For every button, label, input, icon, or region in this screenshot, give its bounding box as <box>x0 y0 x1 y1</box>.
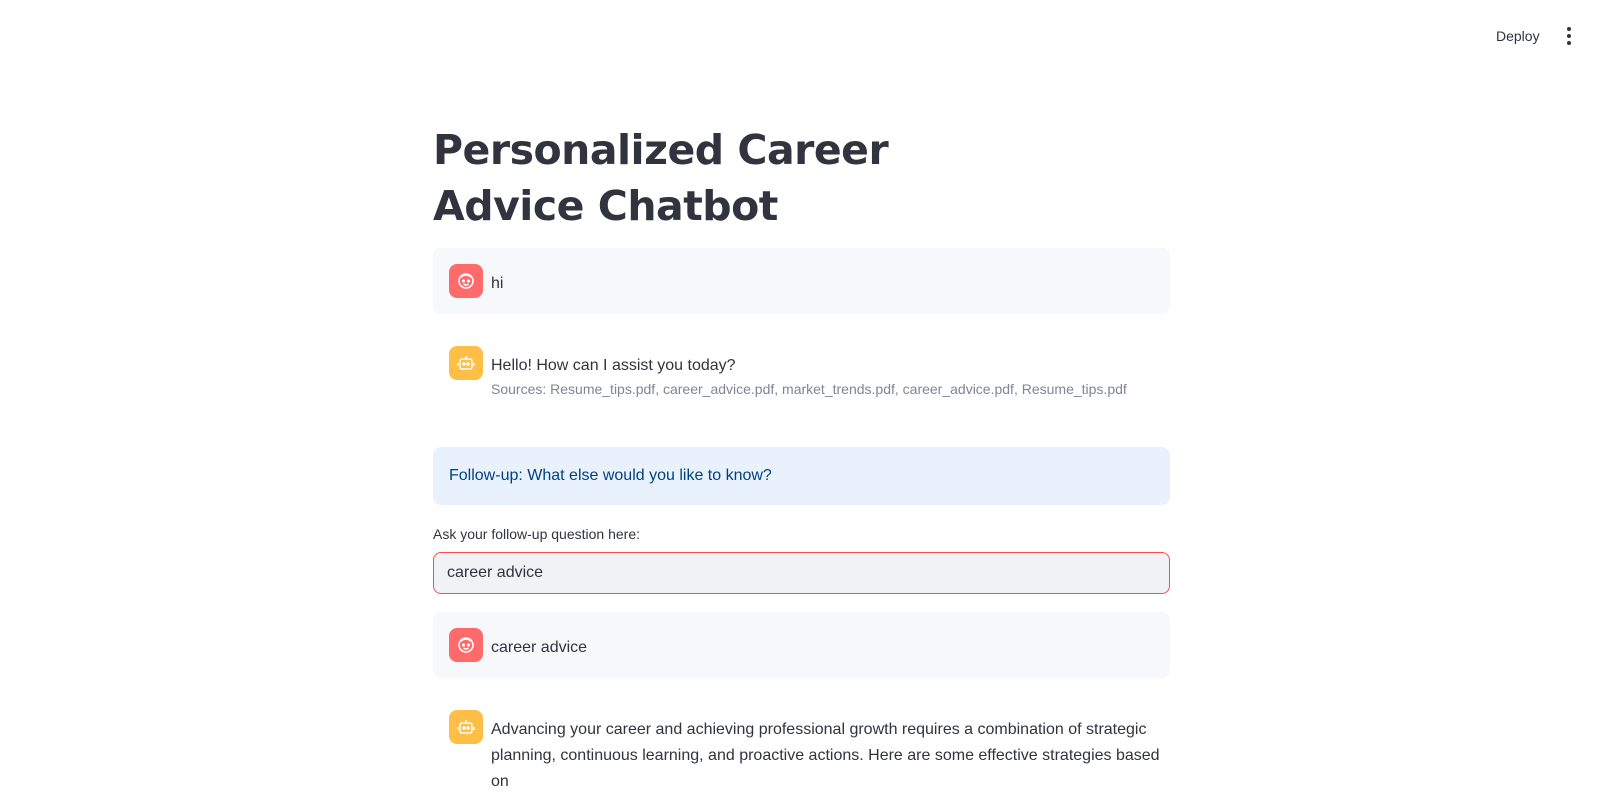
message-text: hi <box>491 275 504 292</box>
followup-question-input[interactable] <box>433 552 1170 594</box>
user-face-icon <box>449 628 483 662</box>
message-content: Hello! How can I assist you today? Sourc… <box>491 330 1127 399</box>
chat-message-user: hi <box>433 248 1170 314</box>
followup-info-text: Follow-up: What else would you like to k… <box>449 467 772 484</box>
followup-info-box: Follow-up: What else would you like to k… <box>433 447 1170 505</box>
kebab-menu-icon[interactable] <box>1561 24 1577 48</box>
message-content: hi <box>491 248 503 297</box>
message-content: career advice <box>491 612 587 661</box>
followup-input-label: Ask your follow-up question here: <box>433 526 640 542</box>
message-text: Hello! How can I assist you today? <box>491 357 736 374</box>
message-content: Advancing your career and achieving prof… <box>491 694 1170 795</box>
chat-message-assistant: Hello! How can I assist you today? Sourc… <box>433 330 1170 430</box>
chat-message-assistant: Advancing your career and achieving prof… <box>433 694 1170 790</box>
main-content: Personalized Career Advice Chatbot hi He… <box>433 0 1170 790</box>
robot-icon <box>449 710 483 744</box>
chat-message-user: career advice <box>433 612 1170 678</box>
page-title: Personalized Career Advice Chatbot <box>433 126 889 230</box>
message-text: career advice <box>491 639 588 656</box>
message-text: Advancing your career and achieving prof… <box>491 721 1160 790</box>
deploy-button[interactable]: Deploy <box>1490 24 1546 48</box>
robot-icon <box>449 346 483 380</box>
user-face-icon <box>449 264 483 298</box>
message-sources: Sources: Resume_tips.pdf, career_advice.… <box>491 381 1127 397</box>
